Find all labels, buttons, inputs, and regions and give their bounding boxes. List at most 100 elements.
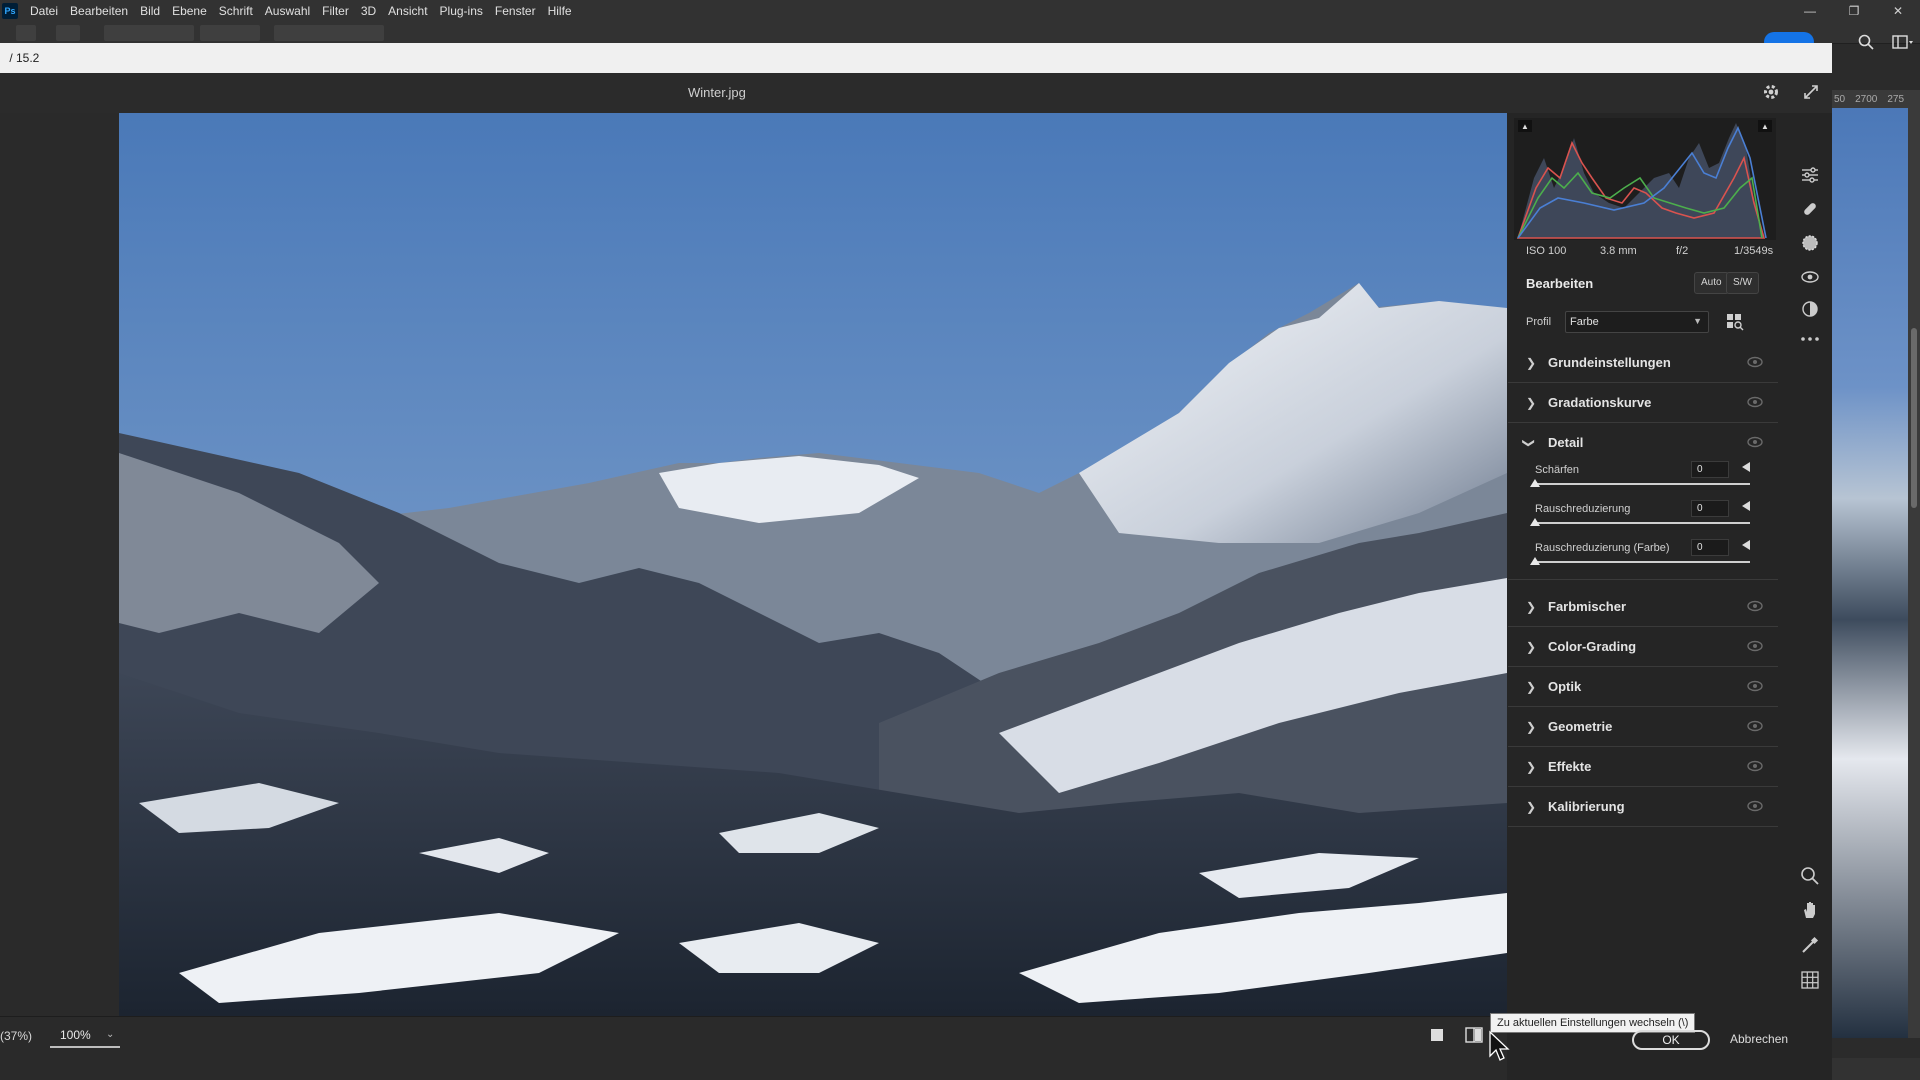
before-after-view-icon[interactable] (1464, 1026, 1484, 1044)
ruler-label: 50 (1834, 93, 1846, 105)
auto-button[interactable]: Auto (1694, 272, 1729, 294)
section-farbmischer[interactable]: ❯ Farbmischer (1508, 587, 1778, 627)
presets-icon[interactable] (1798, 297, 1822, 321)
vertical-scrollbar[interactable] (1908, 108, 1920, 1038)
slider-track[interactable] (1535, 483, 1750, 485)
menu-ebene[interactable]: Ebene (166, 4, 213, 18)
chevron-down-icon[interactable]: ⌄ (106, 1029, 114, 1040)
zoom-tool-icon[interactable] (1798, 864, 1822, 888)
more-options-icon[interactable] (1798, 327, 1822, 351)
preview-image[interactable] (119, 113, 1507, 1016)
masking-icon[interactable] (1798, 231, 1822, 255)
section-title: Optik (1548, 679, 1582, 694)
tool-strip (1788, 113, 1832, 1016)
search-icon[interactable] (1858, 34, 1874, 50)
section-geometrie[interactable]: ❯ Geometrie (1508, 707, 1778, 747)
mouse-cursor-icon (1489, 1030, 1510, 1061)
hand-tool-icon[interactable] (1798, 898, 1822, 922)
auto-select-dropdown[interactable] (200, 25, 260, 41)
edit-sliders-icon[interactable] (1798, 163, 1822, 187)
single-view-icon[interactable] (1427, 1026, 1447, 1044)
cancel-button[interactable]: Abbrechen (1730, 1032, 1788, 1046)
restore-icon[interactable]: ❐ (1832, 0, 1876, 22)
menu-fenster[interactable]: Fenster (489, 4, 542, 18)
move-tool-icon[interactable] (56, 25, 80, 41)
grid-overlay-icon[interactable] (1798, 968, 1822, 992)
menu-bearbeiten[interactable]: Bearbeiten (64, 4, 134, 18)
eyedropper-icon[interactable] (1798, 933, 1822, 957)
section-optik[interactable]: ❯ Optik (1508, 667, 1778, 707)
chevron-right-icon: ❯ (1526, 640, 1537, 654)
visibility-eye-icon[interactable] (1746, 599, 1764, 613)
reset-arrow-icon[interactable] (1742, 501, 1750, 511)
minimize-icon[interactable]: — (1788, 0, 1832, 22)
visibility-eye-icon[interactable] (1746, 799, 1764, 813)
color-noise-reduction-slider[interactable]: Rauschreduzierung (Farbe) 0 (1508, 536, 1778, 572)
histogram-graph (1516, 123, 1767, 239)
section-title: Effekte (1548, 759, 1592, 774)
exif-shutter: 1/3549s (1734, 245, 1774, 257)
transform-controls-option[interactable] (274, 25, 384, 41)
slider-track[interactable] (1535, 522, 1750, 524)
menu-datei[interactable]: Datei (24, 4, 64, 18)
reset-arrow-icon[interactable] (1742, 540, 1750, 550)
slider-thumb[interactable] (1530, 518, 1540, 526)
photoshop-logo-icon: Ps (2, 3, 18, 19)
healing-brush-icon[interactable] (1798, 197, 1822, 221)
section-effekte[interactable]: ❯ Effekte (1508, 747, 1778, 787)
window-controls: — ❐ ✕ (1788, 0, 1920, 22)
slider-value-field[interactable]: 0 (1691, 461, 1729, 478)
slider-value-field[interactable]: 0 (1691, 500, 1729, 517)
close-icon[interactable]: ✕ (1876, 0, 1920, 22)
menu-plugins[interactable]: Plug-ins (434, 4, 489, 18)
visibility-eye-icon[interactable] (1746, 679, 1764, 693)
settings-gear-icon[interactable] (1760, 81, 1782, 103)
bw-button[interactable]: S/W (1726, 272, 1759, 294)
mountain-photo (119, 113, 1507, 1016)
slider-value-field[interactable]: 0 (1691, 539, 1729, 556)
visibility-eye-icon[interactable] (1746, 355, 1764, 369)
sharpen-slider[interactable]: Schärfen 0 (1508, 458, 1778, 494)
shadow-clipping-icon[interactable]: ▲ (1518, 120, 1532, 132)
visibility-eye-icon[interactable] (1746, 639, 1764, 653)
visibility-eye-icon[interactable] (1746, 435, 1764, 449)
section-kalibrierung[interactable]: ❯ Kalibrierung (1508, 787, 1778, 827)
menu-bild[interactable]: Bild (134, 4, 166, 18)
visibility-eye-icon[interactable] (1746, 719, 1764, 733)
profile-dropdown[interactable]: Farbe ▼ (1565, 311, 1709, 333)
scrollbar-thumb[interactable] (1911, 328, 1917, 508)
zoom-value: 100% (60, 1028, 91, 1042)
workspace-icon[interactable] (1892, 34, 1914, 50)
menu-hilfe[interactable]: Hilfe (542, 4, 578, 18)
auto-select-option[interactable] (104, 25, 194, 41)
highlight-clipping-icon[interactable]: ▲ (1758, 120, 1772, 132)
menu-3d[interactable]: 3D (355, 4, 382, 18)
slider-label: Rauschreduzierung (Farbe) (1535, 542, 1670, 554)
menu-ansicht[interactable]: Ansicht (382, 4, 433, 18)
menu-auswahl[interactable]: Auswahl (259, 4, 316, 18)
red-eye-icon[interactable] (1798, 265, 1822, 289)
image-canvas[interactable] (0, 113, 1507, 1016)
visibility-eye-icon[interactable] (1746, 395, 1764, 409)
menu-schrift[interactable]: Schrift (213, 4, 259, 18)
noise-reduction-slider[interactable]: Rauschreduzierung 0 (1508, 497, 1778, 533)
slider-thumb[interactable] (1530, 479, 1540, 487)
home-icon[interactable] (16, 25, 36, 41)
slider-track[interactable] (1535, 561, 1750, 563)
section-grundeinstellungen[interactable]: ❯ Grundeinstellungen (1508, 343, 1778, 383)
section-title: Color-Grading (1548, 639, 1637, 654)
ok-button[interactable]: OK (1632, 1030, 1710, 1050)
histogram: ▲ ▲ (1514, 118, 1776, 240)
reset-arrow-icon[interactable] (1742, 462, 1750, 472)
slider-thumb[interactable] (1530, 557, 1540, 565)
profile-browser-icon[interactable] (1725, 312, 1745, 332)
dialog-titlebar: / 15.2 (0, 43, 1832, 73)
visibility-eye-icon[interactable] (1746, 759, 1764, 773)
zoom-fit-label[interactable]: (37%) (0, 1029, 32, 1043)
slider-label: Schärfen (1535, 464, 1580, 476)
edit-panel: ▲ ▲ ISO 100 3.8 mm f/2 1/3549s Bearbeite… (1508, 113, 1778, 1016)
menu-filter[interactable]: Filter (316, 4, 355, 18)
section-gradationskurve[interactable]: ❯ Gradationskurve (1508, 383, 1778, 423)
fullscreen-icon[interactable] (1800, 81, 1822, 103)
section-color-grading[interactable]: ❯ Color-Grading (1508, 627, 1778, 667)
